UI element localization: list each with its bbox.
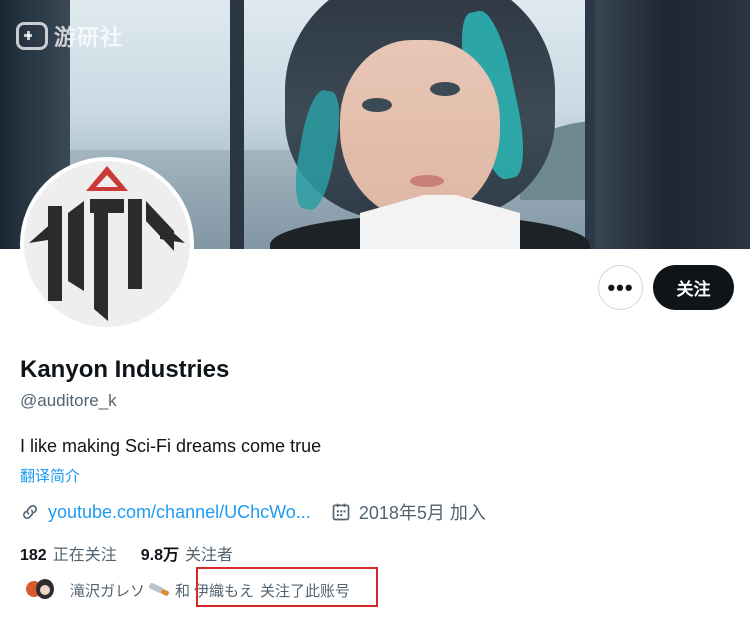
- watermark-text: 游研社: [54, 25, 124, 50]
- profile-name: Kanyon Industries: [20, 356, 230, 383]
- more-icon: •••: [607, 274, 634, 300]
- banner-window-frame: [230, 0, 244, 249]
- banner-curtain-right: [590, 0, 750, 249]
- join-date-text: 2018年5月 加入: [358, 503, 486, 523]
- gamepad-icon: [16, 22, 48, 50]
- join-date: 2018年5月 加入: [331, 499, 486, 525]
- watermark: 游研社: [16, 20, 123, 52]
- profile-bio: I like making Sci-Fi dreams come true: [20, 436, 322, 456]
- banner-figure-eye: [362, 98, 392, 112]
- profile-meta: youtube.com/channel/UChcWo... 2018年5月 加入: [20, 500, 486, 524]
- kanyon-logo-icon: [24, 161, 190, 327]
- follower-avatar: [24, 575, 54, 605]
- avatar-image: [24, 161, 190, 327]
- following-count: 182: [20, 547, 47, 564]
- website-link[interactable]: youtube.com/channel/UChcWo...: [48, 502, 311, 523]
- calendar-icon: [332, 503, 350, 521]
- avatar[interactable]: [20, 157, 194, 331]
- more-options-button[interactable]: •••: [598, 265, 643, 310]
- banner-window-frame: [585, 0, 595, 249]
- known-follower-name: 滝沢ガレソ: [70, 582, 146, 600]
- banner-figure-face: [340, 40, 500, 220]
- followers-stat[interactable]: 9.8万 关注者: [141, 541, 233, 565]
- follow-stats: 182 正在关注 9.8万 关注者: [20, 541, 233, 565]
- followers-count: 9.8万: [140, 547, 179, 564]
- link-icon: [23, 505, 37, 519]
- followers-label: 关注者: [184, 547, 233, 564]
- banner-figure-eye: [430, 82, 460, 96]
- profile-handle: @auditore_k: [20, 391, 117, 410]
- known-follower-joiner: 和: [175, 582, 191, 600]
- annotation-highlight-box: [196, 567, 378, 607]
- banner-figure-lips: [410, 175, 444, 187]
- follow-button[interactable]: 关注: [653, 265, 734, 310]
- knife-emoji-icon: [149, 583, 171, 597]
- following-stat[interactable]: 182 正在关注: [20, 541, 117, 565]
- following-label: 正在关注: [52, 547, 117, 564]
- translate-bio-link[interactable]: 翻译简介: [20, 465, 80, 486]
